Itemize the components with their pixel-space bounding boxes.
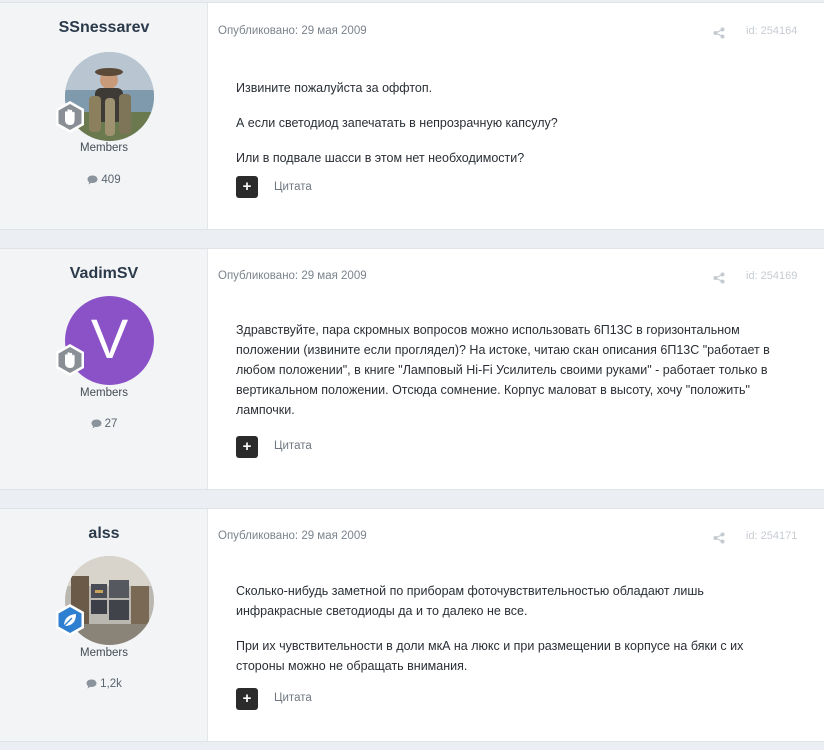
post: alss Members 1,2k Опубликовано: 29 мая 2… (0, 508, 824, 742)
post-paragraph: А если светодиод запечатать в непрозрачн… (236, 116, 558, 130)
author-group: Members (80, 387, 128, 399)
chat-bubble-icon (86, 679, 97, 692)
rank-badge (53, 603, 87, 637)
multiquote-button[interactable]: + (236, 436, 258, 458)
share-icon[interactable] (713, 272, 725, 284)
author-username[interactable]: alss (0, 525, 208, 543)
author-panel: VadimSV V Members 27 (0, 249, 208, 489)
post-date[interactable]: Опубликовано: 29 мая 2009 (218, 270, 367, 282)
quote-button[interactable]: Цитата (274, 440, 312, 452)
author-panel: SSnessarev Members 409 (0, 3, 208, 229)
post-content: Сколько-нибудь заметной по приборам фото… (236, 581, 784, 691)
post-paragraph: Здравствуйте, пара скромных вопросов мож… (236, 323, 770, 417)
post-paragraph: Или в подвале шасси в этом нет необходим… (236, 151, 525, 165)
author-post-count: 1,2k (0, 678, 208, 692)
share-icon[interactable] (713, 532, 725, 544)
hand-icon (56, 101, 84, 133)
post-content: Здравствуйте, пара скромных вопросов мож… (236, 320, 784, 435)
rank-badge (53, 343, 87, 377)
post-date[interactable]: Опубликовано: 29 мая 2009 (218, 530, 367, 542)
post-paragraph: Сколько-нибудь заметной по приборам фото… (236, 584, 704, 618)
quote-button[interactable]: Цитата (274, 181, 312, 193)
rank-badge (53, 100, 87, 134)
post-content: Извините пожалуйста за оффтоп. А если св… (236, 78, 784, 183)
post-id[interactable]: id: 254171 (746, 530, 797, 542)
multiquote-button[interactable]: + (236, 688, 258, 710)
author-username[interactable]: VadimSV (0, 265, 208, 283)
post-paragraph: Извините пожалуйста за оффтоп. (236, 81, 433, 95)
leaf-icon (56, 604, 84, 636)
post-count-value: 1,2k (100, 678, 122, 690)
post: SSnessarev Members 409 Опубликовано: 29 … (0, 2, 824, 230)
author-post-count: 27 (0, 418, 208, 432)
multiquote-button[interactable]: + (236, 176, 258, 198)
author-post-count: 409 (0, 174, 208, 188)
share-icon[interactable] (713, 27, 725, 39)
post-count-value: 27 (104, 418, 118, 430)
hand-icon (56, 344, 84, 376)
author-group: Members (80, 647, 128, 659)
post: VadimSV V Members 27 Опубликовано: 29 ма… (0, 248, 824, 490)
quote-button[interactable]: Цитата (274, 692, 312, 704)
svg-text:V: V (91, 307, 129, 370)
post-paragraph: При их чувствительности в доли мкА на лю… (236, 639, 744, 673)
post-date[interactable]: Опубликовано: 29 мая 2009 (218, 25, 367, 37)
chat-bubble-icon (87, 175, 98, 188)
author-group: Members (80, 142, 128, 154)
chat-bubble-icon (91, 419, 102, 432)
author-panel: alss Members 1,2k (0, 509, 208, 741)
post-id[interactable]: id: 254164 (746, 25, 797, 37)
post-count-value: 409 (101, 174, 121, 186)
author-username[interactable]: SSnessarev (0, 19, 208, 37)
post-id[interactable]: id: 254169 (746, 270, 797, 282)
